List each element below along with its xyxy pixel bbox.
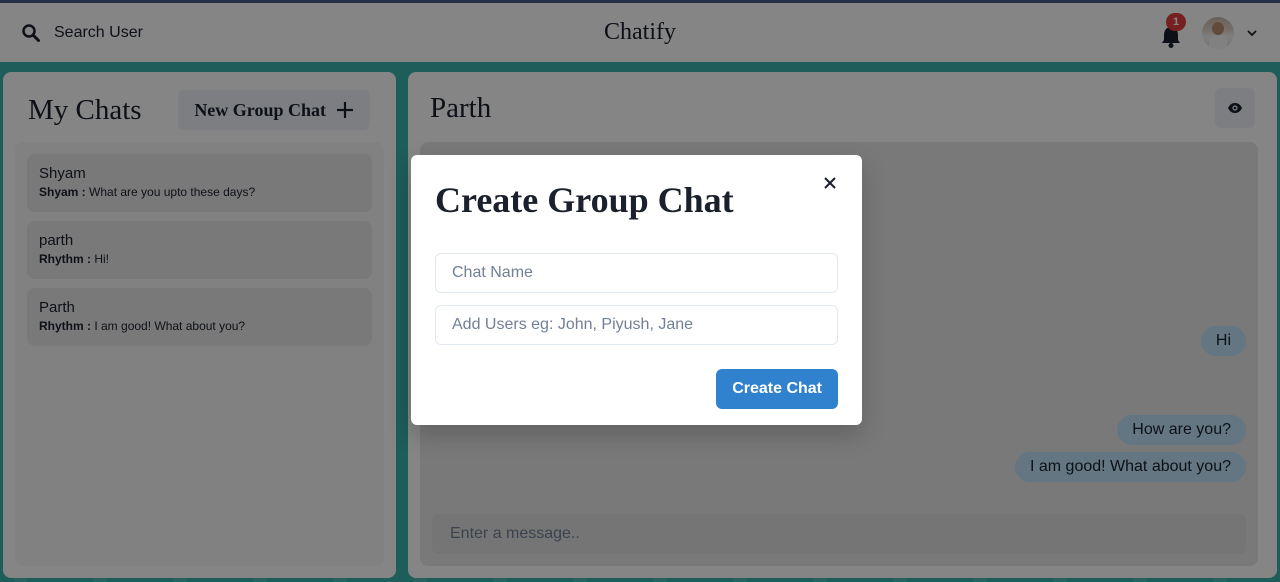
create-chat-button[interactable]: Create Chat <box>716 369 838 409</box>
close-icon <box>824 177 836 189</box>
modal-title: Create Group Chat <box>435 180 734 220</box>
modal-close-button[interactable] <box>814 167 846 199</box>
create-group-chat-modal: Create Group Chat Create Chat <box>411 155 862 425</box>
chat-name-input[interactable] <box>435 253 838 293</box>
add-users-input[interactable] <box>435 305 838 345</box>
